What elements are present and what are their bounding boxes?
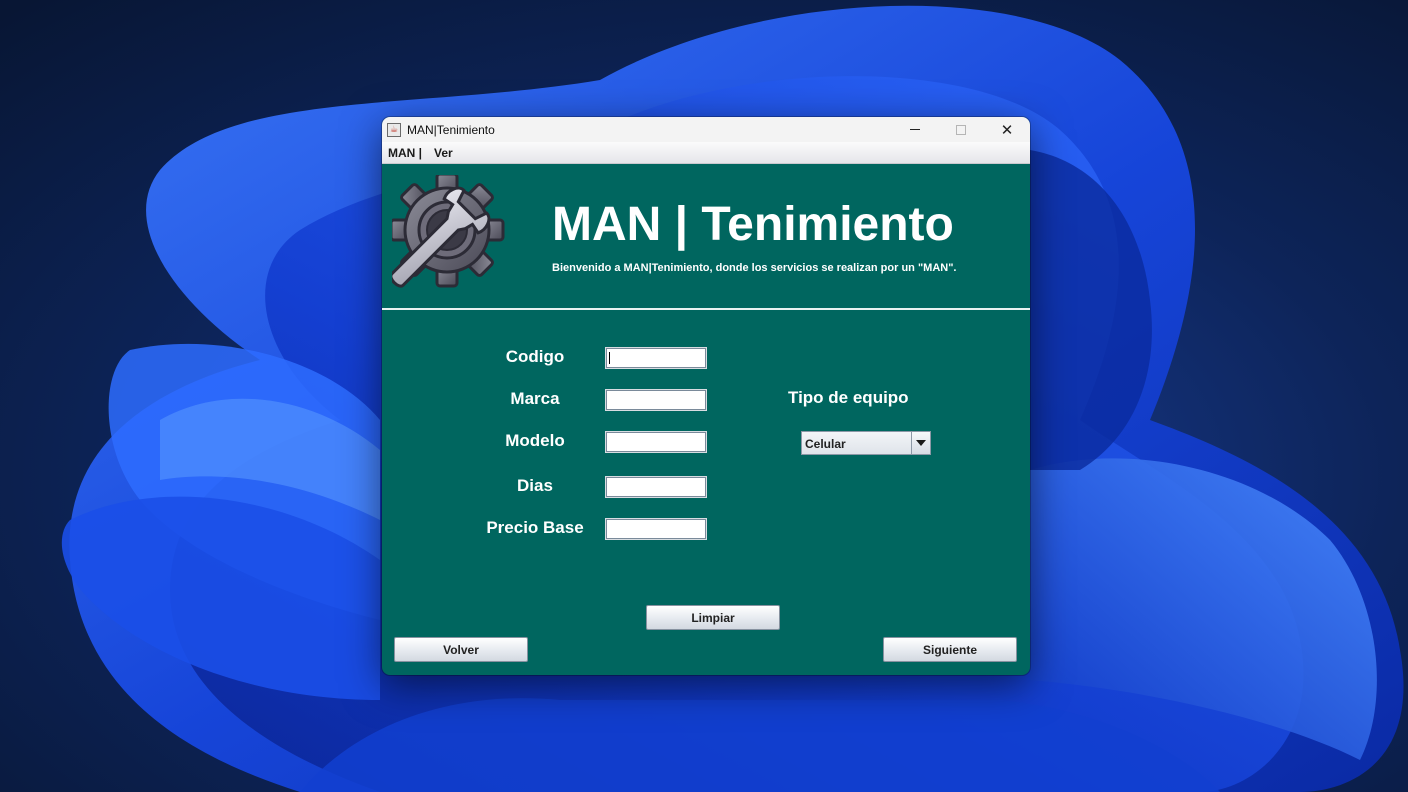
gear-wrench-icon [392, 175, 505, 288]
tipo-equipo-select[interactable]: Celular [801, 431, 931, 455]
close-icon: ✕ [1000, 120, 1014, 139]
title-bar[interactable]: ☕ MAN|Tenimiento ✕ [382, 117, 1030, 142]
precio-base-field[interactable] [605, 518, 707, 540]
maximize-icon [956, 124, 966, 135]
marca-label: Marca [510, 389, 560, 408]
dias-label: Dias [517, 476, 553, 495]
menu-ver[interactable]: Ver [428, 146, 459, 160]
marca-field[interactable] [605, 389, 707, 411]
menu-man[interactable]: MAN | [382, 146, 428, 160]
precio-base-label: Precio Base [486, 518, 584, 537]
maximize-button[interactable] [938, 117, 984, 142]
app-window: ☕ MAN|Tenimiento ✕ MAN | Ver MAN | Tenim… [382, 117, 1030, 675]
limpiar-button[interactable]: Limpiar [646, 605, 780, 630]
modelo-label: Modelo [505, 431, 565, 450]
codigo-field[interactable] [605, 347, 707, 369]
tipo-equipo-label: Tipo de equipo [788, 388, 909, 407]
app-title: MAN | Tenimiento [552, 198, 954, 251]
welcome-subtitle: Bienvenido a MAN|Tenimiento, donde los s… [552, 262, 957, 274]
menu-bar: MAN | Ver [382, 142, 1030, 164]
minimize-icon [910, 129, 920, 130]
header-divider [382, 308, 1030, 310]
tipo-equipo-value: Celular [805, 437, 846, 451]
modelo-field[interactable] [605, 431, 707, 453]
java-cup-icon: ☕ [387, 122, 401, 137]
close-button[interactable]: ✕ [984, 117, 1030, 142]
dropdown-arrow-button[interactable] [911, 432, 930, 454]
minimize-button[interactable] [892, 117, 938, 142]
dias-field[interactable] [605, 476, 707, 498]
window-title: MAN|Tenimiento [407, 122, 495, 137]
window-controls: ✕ [892, 117, 1030, 142]
chevron-down-icon [916, 440, 926, 446]
codigo-label: Codigo [505, 347, 565, 366]
siguiente-button[interactable]: Siguiente [883, 637, 1017, 662]
volver-button[interactable]: Volver [394, 637, 528, 662]
